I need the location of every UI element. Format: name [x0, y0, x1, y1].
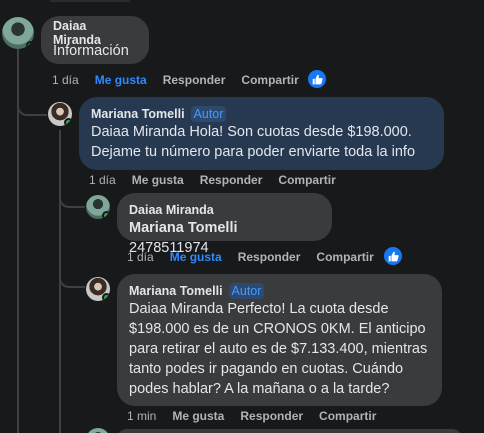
comment-thread: Daiaa Miranda Información 1 día Me gusta… — [0, 0, 484, 433]
avatar[interactable] — [86, 428, 110, 433]
comment-actions: 1 día Me gusta Responder Compartir — [89, 172, 336, 188]
comment-bubble: Mariana Tomelli Autor Daiaa Miranda Perf… — [117, 274, 442, 406]
reply-button[interactable]: Responder — [163, 73, 226, 87]
like-button[interactable]: Me gusta — [95, 73, 147, 87]
comment-actions: 1 día Me gusta Responder Compartir — [127, 249, 374, 265]
comment-text: Información — [53, 43, 129, 59]
timestamp[interactable]: 1 min — [127, 409, 156, 423]
comment-actions: 1 min Me gusta Responder Compartir — [127, 408, 376, 424]
author-badge: Autor — [228, 282, 265, 299]
thread-branch — [59, 192, 85, 208]
author-badge: Autor — [190, 105, 227, 122]
comment-author[interactable]: Mariana Tomelli — [129, 284, 223, 298]
comment-bubble — [117, 429, 462, 433]
reply-button[interactable]: Responder — [240, 409, 303, 423]
mention-link[interactable]: Mariana Tomelli — [129, 220, 238, 236]
online-status-icon — [102, 293, 110, 301]
avatar[interactable] — [2, 17, 34, 49]
comment-bubble: Daiaa Miranda Mariana Tomelli 2478511974 — [117, 193, 332, 256]
timestamp[interactable]: 1 día — [127, 250, 154, 264]
like-button[interactable]: Me gusta — [132, 173, 184, 187]
previous-row-dots — [50, 0, 130, 2]
like-reaction-icon[interactable] — [384, 247, 402, 265]
share-button[interactable]: Compartir — [278, 173, 335, 187]
online-status-icon — [64, 118, 72, 126]
reply-button[interactable]: Responder — [238, 250, 301, 264]
like-reaction-icon[interactable] — [308, 70, 326, 88]
share-button[interactable]: Compartir — [316, 250, 373, 264]
timestamp[interactable]: 1 día — [52, 73, 79, 87]
thread-branch — [17, 88, 47, 116]
avatar[interactable] — [86, 195, 110, 219]
avatar[interactable] — [86, 277, 110, 301]
thread-branch — [59, 264, 85, 288]
share-button[interactable]: Compartir — [241, 73, 298, 87]
like-button[interactable]: Me gusta — [172, 409, 224, 423]
share-button[interactable]: Compartir — [319, 409, 376, 423]
comment-text: Daiaa Miranda Perfecto! La cuota desde $… — [129, 301, 428, 397]
comment-actions: 1 día Me gusta Responder Compartir — [52, 72, 299, 88]
comment-author[interactable]: Mariana Tomelli — [91, 107, 185, 121]
online-status-icon — [102, 211, 110, 219]
comment-bubble: Daiaa Miranda Información — [41, 16, 149, 64]
reply-button[interactable]: Responder — [200, 173, 263, 187]
online-status-icon — [26, 41, 34, 49]
like-button[interactable]: Me gusta — [170, 250, 222, 264]
comment-bubble: Mariana Tomelli Autor Daiaa Miranda Hola… — [79, 97, 444, 170]
comment-author[interactable]: Daiaa Miranda — [129, 203, 214, 217]
timestamp[interactable]: 1 día — [89, 173, 116, 187]
avatar[interactable] — [48, 102, 72, 126]
comment-text: Daiaa Miranda Hola! Son cuotas desde $19… — [91, 124, 416, 160]
